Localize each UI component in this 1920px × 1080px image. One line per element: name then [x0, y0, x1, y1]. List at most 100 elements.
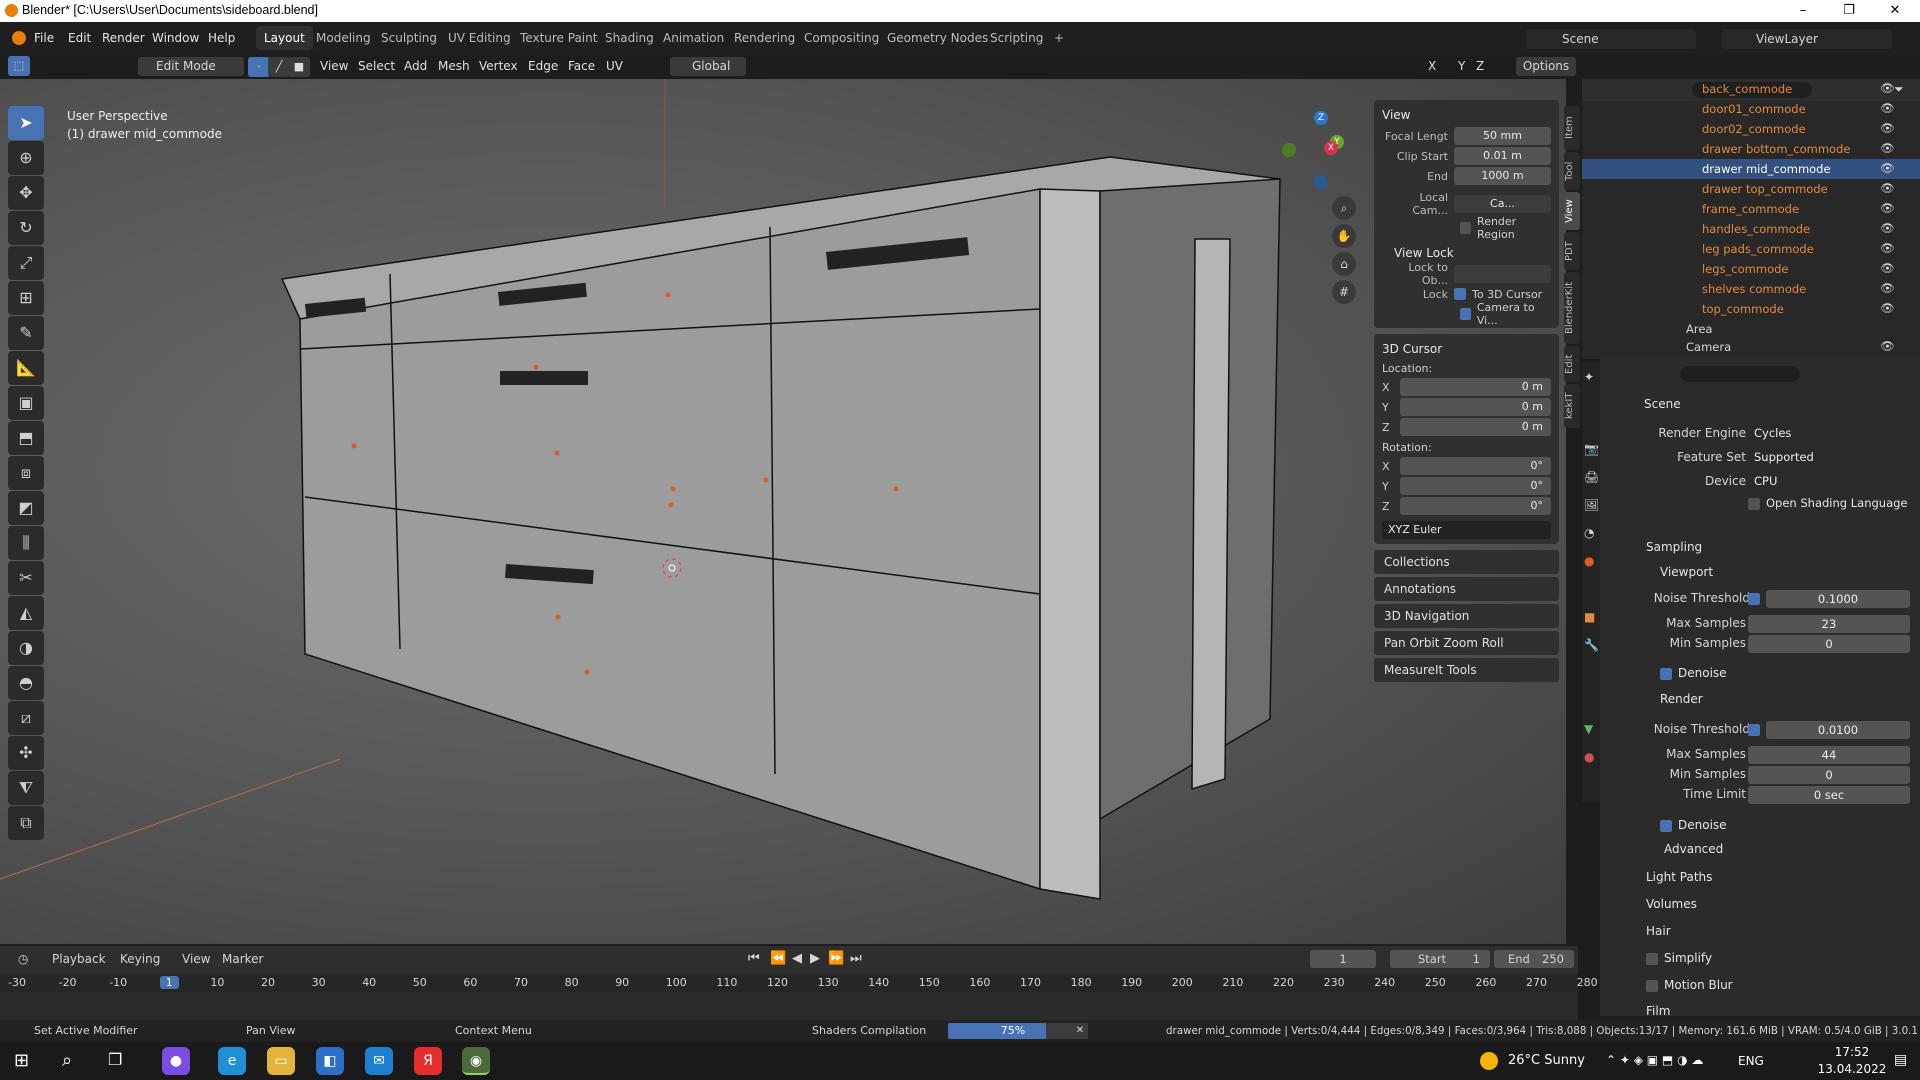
clip-start-field[interactable]: 0.01 m [1454, 147, 1551, 165]
r-max-field[interactable]: 44 [1748, 746, 1910, 764]
menu-edit[interactable]: Edit [68, 31, 91, 45]
cursor-loc-y-field[interactable]: 0 m [1400, 398, 1551, 416]
outliner-row[interactable]: Camera 👁 [1582, 337, 1920, 357]
vertex-select-icon[interactable]: · [248, 57, 270, 77]
visibility-eye-icon[interactable]: 👁 [1880, 201, 1895, 215]
tab-shading[interactable]: Shading [597, 26, 662, 50]
visibility-eye-icon[interactable]: 👁 [1880, 141, 1895, 155]
output-tab-icon[interactable]: 🖨 [1584, 470, 1599, 484]
cancel-compile-icon[interactable]: ✕ [1072, 1023, 1088, 1039]
editor-type-icon[interactable]: ◷ [18, 952, 28, 966]
outliner-row[interactable]: frame_commode 👁 [1582, 199, 1920, 219]
edge-browser-icon[interactable]: e [218, 1047, 246, 1075]
motion-blur-section[interactable]: Motion Blur [1664, 978, 1733, 992]
tab-kekit[interactable]: kekIT [1564, 384, 1580, 428]
header-add[interactable]: Add [404, 59, 427, 73]
visibility-eye-icon[interactable]: 👁 [1880, 81, 1895, 95]
camera-view-icon[interactable]: ⌂ [1332, 252, 1356, 276]
timeline-track[interactable] [0, 992, 1578, 1020]
select-box-icon[interactable]: ⬚ [8, 56, 30, 76]
visibility-eye-icon[interactable]: 👁 [1880, 339, 1895, 353]
cursor-loc-z-field[interactable]: 0 m [1400, 418, 1551, 436]
pan-orbit-zoom-roll-panel[interactable]: Pan Orbit Zoom Roll [1374, 631, 1559, 655]
tray-icons[interactable]: ⌃ ✦ ◈ ▣ ⬒ ◑ ☁ [1606, 1053, 1703, 1067]
view-layer-tab-icon[interactable]: 🖼 [1584, 498, 1599, 512]
cursor-rot-z-field[interactable]: 0° [1400, 497, 1551, 515]
tab-rendering[interactable]: Rendering [726, 26, 803, 50]
add-cube-tool-icon[interactable]: ▣ [8, 386, 44, 420]
tab-scripting[interactable]: Scripting [982, 26, 1051, 50]
search-icon[interactable]: ⌕ [62, 1050, 72, 1071]
local-camera-field[interactable]: Ca... [1454, 195, 1551, 213]
outliner-row[interactable]: top_commode 👁 [1582, 299, 1920, 319]
menu-window[interactable]: Window [152, 31, 199, 45]
add-workspace-button[interactable]: + [1046, 26, 1072, 50]
axis-x-toggle[interactable]: X [1428, 59, 1436, 73]
render-engine-dropdown[interactable]: Cycles [1748, 424, 1910, 442]
inset-tool-icon[interactable]: ⧈ [8, 456, 44, 490]
header-uv[interactable]: UV [606, 59, 623, 73]
navigation-gizmo[interactable]: Z Y X [1276, 109, 1346, 189]
advanced-section[interactable]: Advanced [1664, 842, 1723, 856]
light-paths-section[interactable]: Light Paths [1646, 870, 1712, 884]
header-view[interactable]: View [320, 59, 348, 73]
timeline-view-menu[interactable]: View [182, 952, 210, 966]
to-cursor-checkbox[interactable] [1454, 288, 1466, 300]
clip-end-field[interactable]: 1000 m [1454, 167, 1551, 185]
cursor-rot-y-field[interactable]: 0° [1400, 477, 1551, 495]
visibility-eye-icon[interactable]: 👁 [1880, 181, 1895, 195]
r-noise-field[interactable]: 0.0100 [1766, 721, 1910, 739]
3d-navigation-panel[interactable]: 3D Navigation [1374, 604, 1559, 628]
tab-blenderkit[interactable]: BlenderKit [1564, 272, 1580, 344]
viewport-subsection[interactable]: Viewport [1660, 565, 1713, 579]
prev-keyframe-icon[interactable]: ⏪ [770, 951, 786, 966]
outliner-row-selected[interactable]: drawer mid_commode 👁 [1582, 159, 1920, 179]
options-dropdown[interactable]: Options [1516, 57, 1576, 76]
gizmo-neg-y-icon[interactable] [1282, 143, 1296, 157]
menu-file[interactable]: File [34, 31, 54, 45]
tab-animation[interactable]: Animation [655, 26, 732, 50]
vp-max-field[interactable]: 23 [1748, 615, 1910, 633]
scale-tool-icon[interactable]: ⤢ [8, 246, 44, 280]
gizmo-z-icon[interactable]: Z [1314, 111, 1328, 125]
move-tool-icon[interactable]: ✥ [8, 176, 44, 210]
rip-tool-icon[interactable]: ⧉ [8, 806, 44, 840]
weather-text[interactable]: 26°C Sunny [1508, 1053, 1585, 1068]
current-frame-field[interactable]: 1 [1310, 950, 1376, 968]
edge-select-icon[interactable]: ╱ [268, 57, 290, 77]
scene-selector[interactable]: Scene [1526, 29, 1696, 49]
visibility-eye-icon[interactable]: 👁 [1880, 261, 1895, 275]
simplify-section[interactable]: Simplify [1664, 951, 1712, 965]
tab-uv-editing[interactable]: UV Editing [440, 26, 519, 50]
view-section-title[interactable]: View [1382, 104, 1551, 126]
menu-render[interactable]: Render [102, 31, 145, 45]
header-face[interactable]: Face [568, 59, 595, 73]
clock-time[interactable]: 17:52 [1822, 1045, 1882, 1059]
clock-date[interactable]: 13.04.2022 [1816, 1062, 1888, 1076]
windows-start-icon[interactable]: ⊞ [14, 1050, 29, 1071]
annotations-panel[interactable]: Annotations [1374, 577, 1559, 601]
assistant-app-icon[interactable]: ● [162, 1047, 190, 1075]
outliner-row[interactable]: door02_commode 👁 [1582, 119, 1920, 139]
measureit-tools-panel[interactable]: MeasureIt Tools [1374, 658, 1559, 682]
play-icon[interactable]: ▶ [810, 951, 820, 966]
play-reverse-icon[interactable]: ◀ [792, 951, 802, 966]
focal-length-field[interactable]: 50 mm [1454, 127, 1551, 145]
tab-geometry-nodes[interactable]: Geometry Nodes [879, 26, 996, 50]
rotation-mode-dropdown[interactable]: XYZ Euler [1382, 521, 1551, 539]
tool-tab-icon[interactable]: ✦ [1584, 370, 1594, 384]
outliner-row[interactable]: drawer top_commode 👁 [1582, 179, 1920, 199]
tab-item[interactable]: Item [1564, 106, 1580, 150]
camera-to-view-checkbox[interactable] [1460, 308, 1471, 320]
gizmo-neg-z-icon[interactable] [1314, 175, 1328, 189]
scene-tab-icon[interactable]: ◔ [1584, 526, 1594, 540]
outliner-row[interactable]: back_commode 👁 [1582, 79, 1920, 99]
properties-search-input[interactable] [1680, 366, 1800, 382]
r-min-field[interactable]: 0 [1748, 766, 1910, 784]
smooth-tool-icon[interactable]: ◓ [8, 666, 44, 700]
poly-build-tool-icon[interactable]: ◭ [8, 596, 44, 630]
bevel-tool-icon[interactable]: ◩ [8, 491, 44, 525]
lock-to-object-field[interactable] [1454, 265, 1551, 283]
data-tab-icon[interactable]: ▼ [1584, 722, 1593, 736]
select-tool-icon[interactable]: ➤ [8, 106, 44, 140]
